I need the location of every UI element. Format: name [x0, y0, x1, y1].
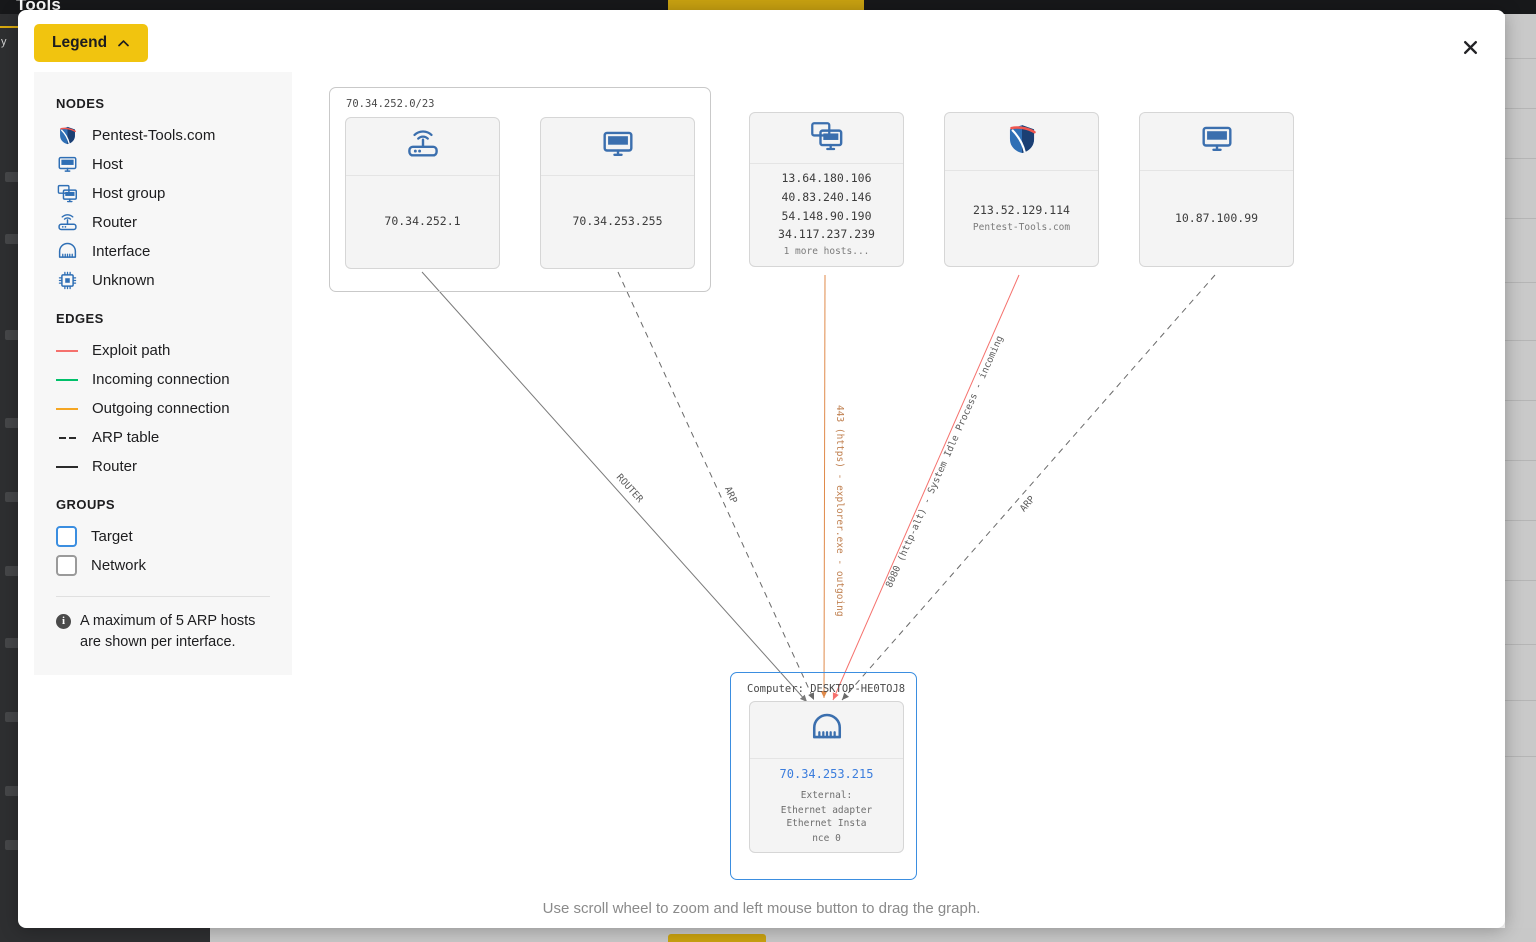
ethernet-port-icon — [810, 711, 844, 750]
node-line: nce 0 — [812, 832, 841, 846]
graph-node-host-group[interactable]: 13.64.180.106 40.83.240.146 54.148.90.19… — [749, 112, 904, 267]
node-icon-area — [750, 702, 903, 759]
monitor-icon — [1200, 122, 1234, 161]
router-icon — [406, 127, 440, 166]
node-line: Ethernet adapter Ethernet Insta — [758, 804, 895, 832]
node-icon-area — [750, 113, 903, 164]
background-right-row — [1505, 58, 1536, 59]
background-right-row — [1505, 158, 1536, 159]
node-icon-area — [945, 113, 1098, 171]
multi-monitor-icon — [810, 119, 844, 158]
background-right-row — [1505, 108, 1536, 109]
node-line: 70.34.253.215 — [780, 765, 874, 784]
node-text-area: 70.34.253.255 — [541, 176, 694, 268]
background-right-row — [1505, 580, 1536, 581]
node-line: 40.83.240.146 — [781, 189, 871, 207]
background-right-row — [1505, 644, 1536, 645]
network-graph-canvas[interactable]: 70.34.252.0/23 70.34.252.1 — [18, 10, 1505, 928]
node-line: 10.87.100.99 — [1175, 210, 1258, 228]
background-right-row — [1505, 520, 1536, 521]
monitor-icon — [601, 127, 635, 166]
node-more-hosts-label: 1 more hosts... — [784, 245, 870, 260]
background-bottombar-dark — [0, 928, 210, 942]
background-right-row — [1505, 400, 1536, 401]
node-text-area: 13.64.180.106 40.83.240.146 54.148.90.19… — [750, 164, 903, 266]
node-line: 54.148.90.190 — [781, 208, 871, 226]
background-right-row — [1505, 340, 1536, 341]
graph-node-router[interactable]: 70.34.252.1 — [345, 117, 500, 269]
edge-label-outgoing-connection: 443 (https) - explorer.exe - outgoing — [834, 405, 845, 617]
node-line: 34.117.237.239 — [778, 226, 875, 244]
node-line: 70.34.253.255 — [572, 213, 662, 231]
node-line: 70.34.252.1 — [384, 213, 460, 231]
node-line: 213.52.129.114 — [973, 202, 1070, 220]
background-bottombar — [0, 928, 1536, 942]
node-text-area: 70.34.252.1 — [346, 176, 499, 268]
graph-node-host-70-34-253-255[interactable]: 70.34.253.255 — [540, 117, 695, 269]
node-icon-area — [541, 118, 694, 176]
background-right-row — [1505, 282, 1536, 283]
background-right-panel — [1505, 14, 1536, 928]
node-text-area: 10.87.100.99 — [1140, 171, 1293, 266]
background-bottom-button — [668, 934, 766, 942]
node-text-area: 213.52.129.114 Pentest-Tools.com — [945, 171, 1098, 266]
background-right-row — [1505, 460, 1536, 461]
graph-node-host-10-87-100-99[interactable]: 10.87.100.99 — [1139, 112, 1294, 267]
graph-node-interface[interactable]: 70.34.253.215 External: Ethernet adapter… — [749, 701, 904, 853]
background-right-row — [1505, 756, 1536, 757]
network-graph-modal: Legend NODES Pentest-Tools.com — [18, 10, 1505, 928]
node-line: 13.64.180.106 — [781, 170, 871, 188]
node-text-area: 70.34.253.215 External: Ethernet adapter… — [750, 759, 903, 852]
shield-logo-icon — [1005, 122, 1039, 161]
graph-node-pentest-tools[interactable]: 213.52.129.114 Pentest-Tools.com — [944, 112, 1099, 267]
target-group-label: Computer: DESKTOP-HE0TOJ8 — [747, 683, 905, 695]
node-icon-area — [1140, 113, 1293, 171]
network-group-label: 70.34.252.0/23 — [346, 98, 435, 110]
graph-hint-text: Use scroll wheel to zoom and left mouse … — [18, 900, 1505, 917]
background-right-row — [1505, 700, 1536, 701]
node-line: External: — [801, 789, 852, 803]
background-right-row — [1505, 218, 1536, 219]
node-icon-area — [346, 118, 499, 176]
node-subtitle: Pentest-Tools.com — [973, 221, 1070, 236]
